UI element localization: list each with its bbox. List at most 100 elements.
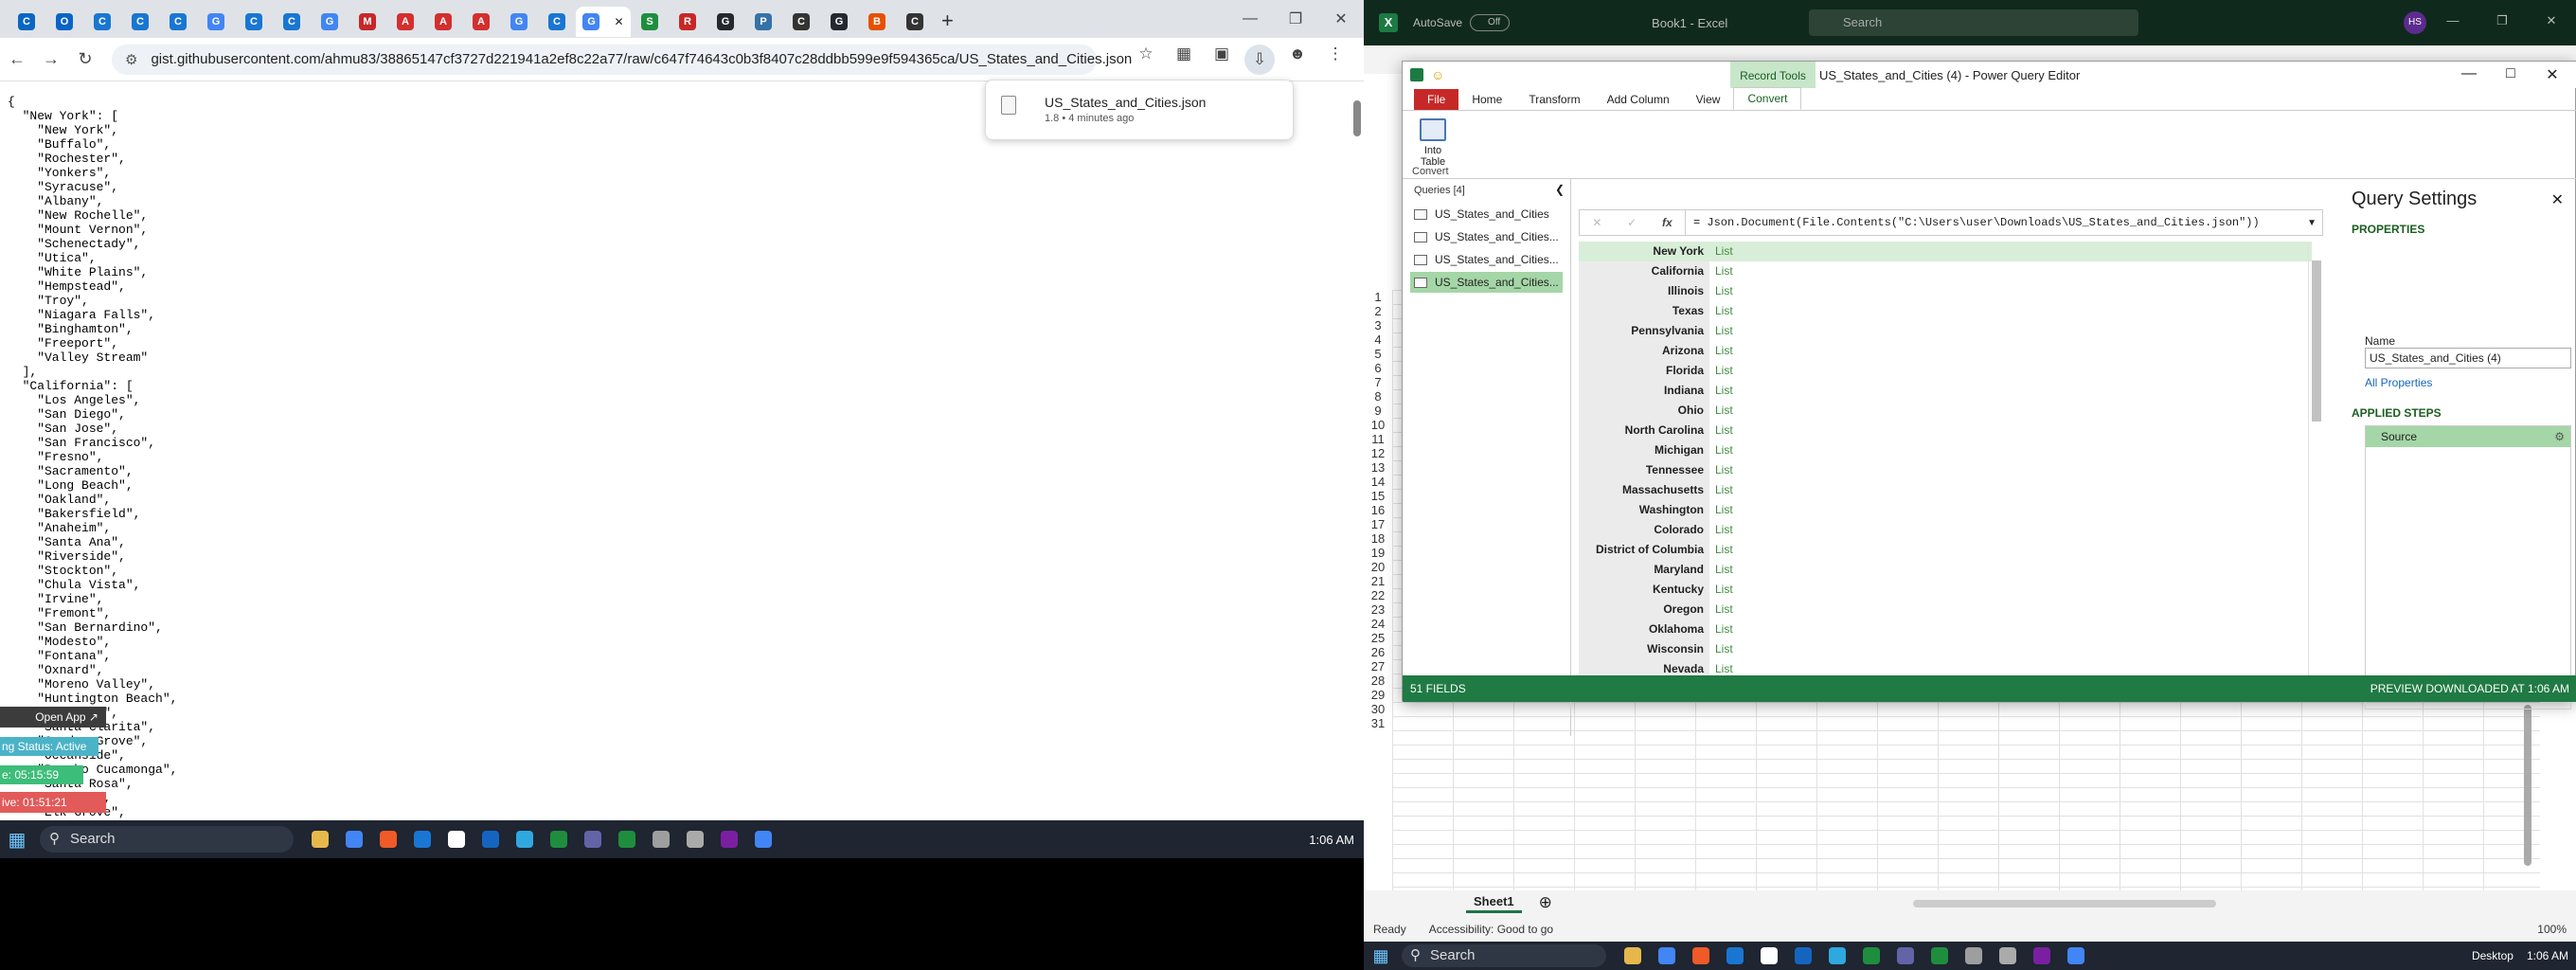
field-value-link[interactable]: List (1709, 500, 2312, 520)
field-row[interactable]: Illinois List (1579, 281, 2312, 301)
maximize-icon[interactable]: □ (2490, 65, 2531, 84)
tab-home[interactable]: Home (1458, 89, 1515, 110)
query-item[interactable]: US_States_and_Cities... (1410, 226, 1563, 247)
taskbar-app-icon[interactable] (439, 826, 474, 853)
row-header[interactable]: 23 (1364, 602, 1392, 617)
field-value-link[interactable]: List (1709, 401, 2312, 421)
taskbar-app-icon[interactable] (1991, 943, 2025, 969)
tab-0[interactable]: C (8, 7, 45, 37)
taskbar-app-icon[interactable] (1752, 943, 1786, 969)
field-value-link[interactable]: List (1709, 520, 2312, 540)
close-icon[interactable]: ✕ (2531, 65, 2573, 84)
field-value-link[interactable]: List (1709, 540, 2312, 560)
row-header[interactable]: 26 (1364, 645, 1392, 659)
field-row[interactable]: Texas List (1579, 301, 2312, 321)
add-sheet-icon[interactable]: ⊕ (1539, 893, 1552, 912)
row-header[interactable]: 30 (1364, 702, 1392, 716)
field-row[interactable]: Colorado List (1579, 520, 2312, 540)
page-scrollbar[interactable] (1351, 91, 1362, 820)
field-row[interactable]: District of Columbia List (1579, 540, 2312, 560)
desktop-label[interactable]: Desktop (2472, 949, 2513, 962)
forward-icon[interactable]: → (34, 49, 68, 69)
row-header[interactable]: 19 (1364, 546, 1392, 560)
row-header[interactable]: 21 (1364, 574, 1392, 588)
tab-12[interactable]: A (462, 7, 500, 37)
taskbar-app-icon[interactable] (1923, 943, 1957, 969)
row-header[interactable]: 25 (1364, 631, 1392, 645)
feedback-icon[interactable]: ☺ (1431, 67, 1444, 82)
taskbar-app-icon[interactable] (746, 826, 780, 853)
tab-1[interactable]: O (45, 7, 83, 37)
minimize-icon[interactable]: — (2448, 65, 2490, 84)
row-header[interactable]: 28 (1364, 674, 1392, 688)
download-icon[interactable]: ⇩ (1244, 44, 1275, 75)
taskbar-app-icon[interactable] (1786, 943, 1820, 969)
query-item[interactable]: US_States_and_Cities (1410, 204, 1563, 225)
field-row[interactable]: Michigan List (1579, 440, 2312, 460)
field-value-link[interactable]: List (1709, 560, 2312, 580)
field-value-link[interactable]: List (1709, 580, 2312, 600)
puzzle-icon[interactable]: ▣ (1203, 45, 1241, 75)
minimize-icon[interactable]: — (1227, 10, 1273, 27)
step-source[interactable]: Source ⚙ (2366, 426, 2570, 447)
field-row[interactable]: Arizona List (1579, 341, 2312, 361)
field-value-link[interactable]: List (1709, 639, 2312, 659)
field-value-link[interactable]: List (1709, 480, 2312, 500)
taskbar-app-icon[interactable] (337, 826, 371, 853)
field-row[interactable]: Washington List (1579, 500, 2312, 520)
close-icon[interactable]: ✕ (1318, 9, 1364, 28)
download-bubble[interactable]: US_States_and_Cities.json 1.8 • 4 minute… (985, 80, 1294, 140)
taskbar-app-icon[interactable] (542, 826, 576, 853)
field-row[interactable]: Florida List (1579, 361, 2312, 381)
tab-after-6[interactable]: B (858, 7, 896, 37)
field-row[interactable]: Indiana List (1579, 381, 2312, 401)
field-value-link[interactable]: List (1709, 381, 2312, 401)
row-header[interactable]: 7 (1364, 375, 1392, 389)
autosave-toggle[interactable]: Off (1470, 14, 1511, 31)
chevron-down-icon[interactable]: ▼ (2307, 218, 2317, 228)
field-row[interactable]: Wisconsin List (1579, 639, 2312, 659)
cancel-icon[interactable]: ✕ (1592, 216, 1601, 229)
collapse-icon[interactable]: ❮ (1555, 183, 1565, 196)
row-header[interactable]: 3 (1364, 318, 1392, 332)
field-value-link[interactable]: List (1709, 600, 2312, 620)
taskbar-app-icon[interactable] (576, 826, 610, 853)
field-row[interactable]: California List (1579, 261, 2312, 281)
row-header[interactable]: 16 (1364, 503, 1392, 517)
taskbar-app-icon[interactable] (1684, 943, 1718, 969)
preview-scrollbar[interactable] (2308, 242, 2323, 679)
taskbar-app-icon[interactable] (508, 826, 542, 853)
tab-convert[interactable]: Convert (1733, 87, 1802, 110)
profile-icon[interactable]: ☻ (1279, 45, 1316, 75)
row-header[interactable]: 15 (1364, 489, 1392, 503)
query-name-input[interactable]: US_States_and_Cities (4) (2365, 348, 2571, 368)
row-header[interactable]: 9 (1364, 404, 1392, 418)
taskbar-search[interactable]: ⚲ Search (1402, 944, 1606, 967)
tab-file[interactable]: File (1414, 89, 1459, 110)
tab-after-7[interactable]: C (896, 7, 934, 37)
field-value-link[interactable]: List (1709, 341, 2312, 361)
formula-text[interactable]: = Json.Document(File.Contents("C:\Users\… (1686, 216, 2260, 229)
bookmark-star-icon[interactable]: ☆ (1127, 45, 1165, 75)
taskbar-app-icon[interactable] (1650, 943, 1684, 969)
download-filename[interactable]: US_States_and_Cities.json (1045, 95, 1206, 110)
taskbar-app-icon[interactable] (405, 826, 439, 853)
query-item[interactable]: US_States_and_Cities... (1410, 272, 1563, 293)
taskbar-app-icon[interactable] (1616, 943, 1650, 969)
row-header[interactable]: 29 (1364, 688, 1392, 702)
field-value-link[interactable]: List (1709, 620, 2312, 639)
site-info-icon[interactable]: ⚙ (125, 51, 137, 68)
row-header[interactable]: 18 (1364, 531, 1392, 546)
tab-11[interactable]: A (424, 7, 462, 37)
tab-after-1[interactable]: R (669, 7, 707, 37)
row-header[interactable]: 20 (1364, 560, 1392, 574)
taskbar-app-icon[interactable] (644, 826, 678, 853)
field-row[interactable]: Kentucky List (1579, 580, 2312, 600)
row-header[interactable]: 24 (1364, 617, 1392, 631)
zoom-level[interactable]: 100% (2537, 923, 2567, 936)
taskbar-app-icon[interactable] (1888, 943, 1923, 969)
field-row[interactable]: Massachusetts List (1579, 480, 2312, 500)
tab-4[interactable]: C (159, 7, 197, 37)
tab-3[interactable]: C (121, 7, 159, 37)
taskbar-app-icon[interactable] (1820, 943, 1854, 969)
